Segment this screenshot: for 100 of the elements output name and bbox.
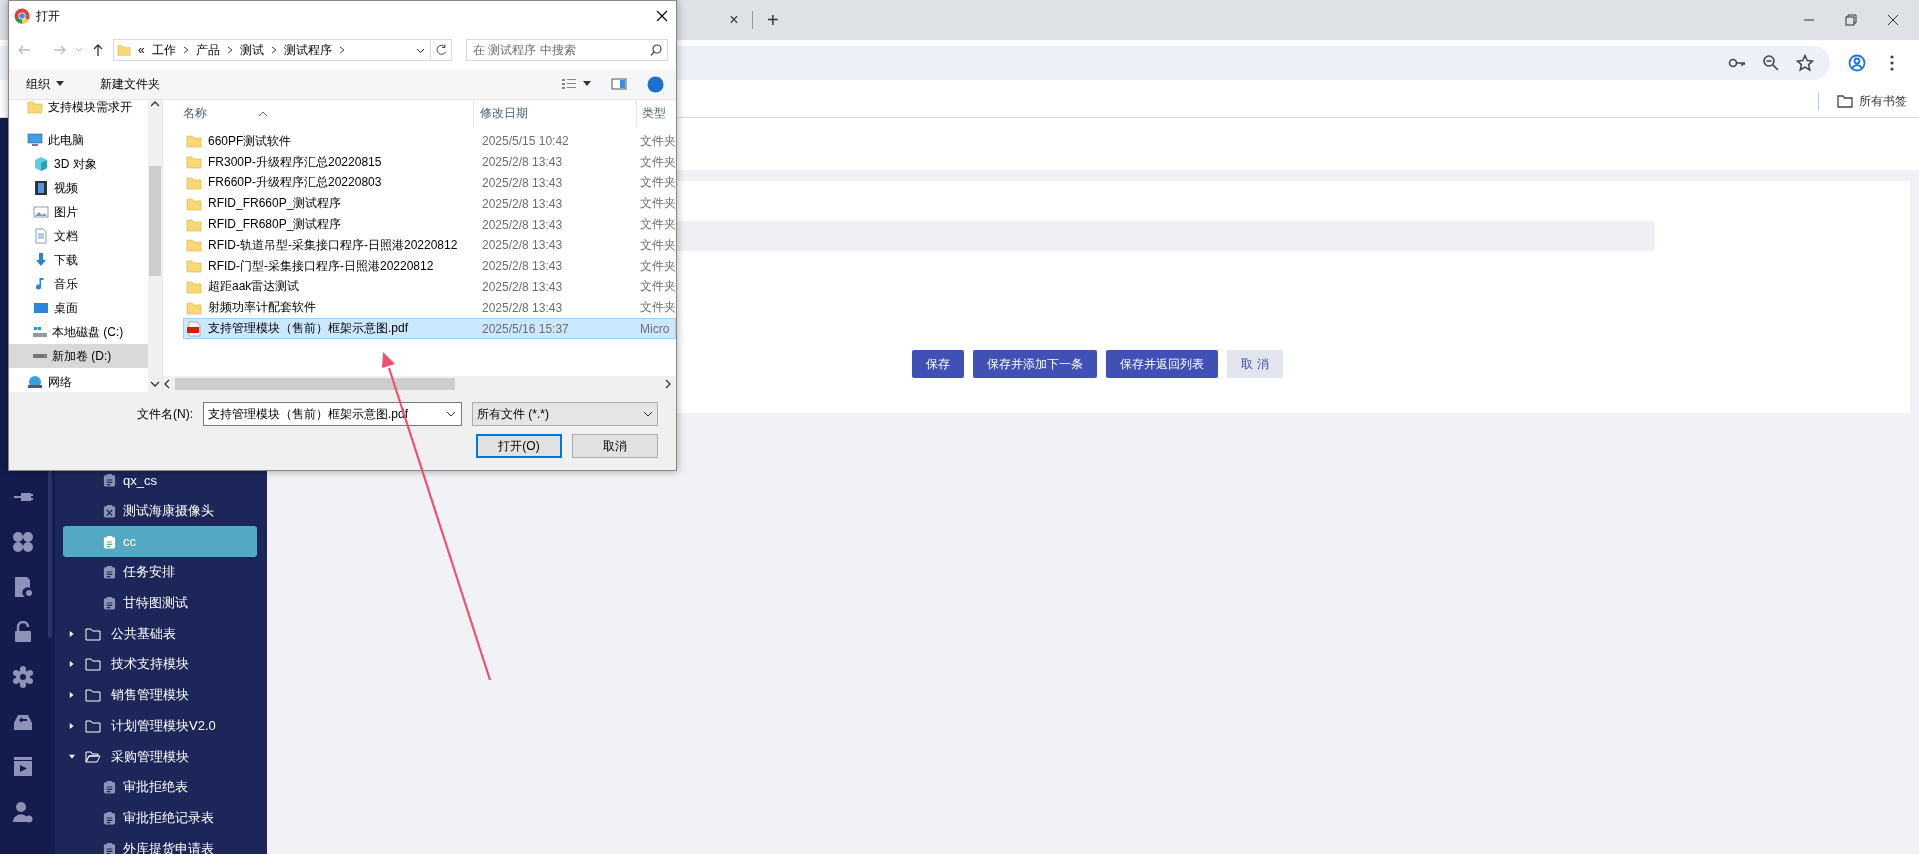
file-type: 文件夹 (639, 257, 676, 275)
breadcrumb[interactable]: 工作 (151, 41, 176, 59)
file-type: 文件夹 (639, 236, 676, 254)
restore-icon (1845, 14, 1857, 26)
clipboard-icon (103, 473, 116, 488)
tree-folder[interactable]: 技术支持模块 (55, 649, 267, 680)
column-header[interactable]: 类型 (636, 100, 666, 127)
tree-folder[interactable]: 采购管理模块 (55, 741, 267, 772)
breadcrumb[interactable]: 测试程序 (283, 41, 332, 59)
picture-icon (33, 204, 49, 220)
tree-item[interactable]: 审批拒绝表 (63, 771, 257, 803)
drive-icon (33, 327, 47, 337)
file-name-label: 文件名(N): (137, 405, 193, 423)
browser-logo-icon (14, 8, 30, 24)
search-field[interactable]: 在 测试程序 中搜索 (466, 39, 668, 61)
nav-item[interactable]: 支持模块需求开 (9, 100, 148, 119)
pdf-icon (186, 320, 202, 337)
film-icon (33, 180, 49, 196)
file-row[interactable]: 支持管理模块（售前）框架示意图.pdf 2025/5/16 15:37 Micro (183, 318, 676, 339)
file-row[interactable]: 超距aak雷达测试 2025/2/8 13:43 文件夹 (183, 276, 676, 298)
file-date: 2025/2/8 13:43 (481, 196, 564, 211)
file-date: 2025/2/8 13:43 (481, 217, 564, 232)
scrollbar-thumb[interactable] (149, 166, 161, 276)
nav-item[interactable]: 下载 (9, 248, 148, 272)
address-field[interactable]: « 工作 产品 测试 测试程序 (113, 39, 452, 61)
download-icon (33, 252, 49, 268)
new-tab-button[interactable]: + (767, 8, 779, 32)
file-row[interactable]: 射频功率计配套软件 2025/2/8 13:43 文件夹 (183, 297, 676, 319)
folder-icon (117, 43, 131, 57)
folder-icon (85, 688, 101, 703)
tab-close-button[interactable]: × (726, 11, 742, 29)
nav-item[interactable]: 音乐 (9, 272, 148, 296)
close-icon (656, 10, 668, 22)
file-row[interactable]: FR300P-升级程序汇总20220815 2025/2/8 13:43 文件夹 (183, 151, 676, 173)
breadcrumb[interactable]: 产品 (195, 41, 220, 59)
preview-pane-icon (611, 77, 627, 91)
file-date: 2025/5/16 15:37 (481, 321, 570, 336)
search-icon (650, 44, 662, 56)
nav-item[interactable]: 视频 (9, 176, 148, 200)
column-header[interactable]: 名称 (163, 100, 473, 127)
file-type: 文件夹 (639, 174, 676, 192)
file-type: 文件夹 (639, 195, 676, 213)
file-date: 2025/2/8 13:43 (481, 238, 564, 253)
file-date: 2025/2/8 13:43 (481, 155, 564, 170)
caret-icon (69, 752, 75, 761)
scroll-right-icon (664, 379, 672, 389)
form-button[interactable]: 取 消 (1227, 350, 1283, 378)
file-row[interactable]: RFID_FR660P_测试程序 2025/2/8 13:43 文件夹 (183, 193, 676, 215)
nav-item[interactable]: 3D 对象 (9, 152, 148, 176)
nav-item[interactable]: 桌面 (9, 296, 148, 320)
form-button[interactable]: 保存 (912, 350, 965, 378)
tree-item[interactable]: 任务安排 (63, 557, 257, 588)
nav-item[interactable]: 新加卷 (D:) (9, 344, 148, 368)
tree-folder[interactable]: 销售管理模块 (55, 679, 267, 711)
nav-item[interactable]: 文档 (9, 224, 148, 248)
tree-item[interactable]: 测试海康摄像头 (63, 495, 257, 527)
chevron-right-icon (226, 46, 233, 54)
folder-icon (186, 154, 202, 171)
folder-icon (186, 299, 202, 316)
bookmarks-link[interactable]: 所有书签 (1859, 92, 1907, 110)
form-button[interactable]: 保存并返回列表 (1106, 350, 1219, 378)
column-header[interactable]: 修改日期 (473, 100, 636, 127)
clipboard-icon (103, 780, 116, 795)
file-row[interactable]: 660PF测试软件 2025/5/15 10:42 文件夹 (183, 131, 676, 152)
tree-item[interactable]: 审批拒绝记录表 (63, 802, 257, 834)
nav-item[interactable]: 本地磁盘 (C:) (9, 320, 148, 344)
clover-icon (11, 531, 34, 553)
file-type-dropdown[interactable]: 所有文件 (*.*) (472, 402, 658, 426)
nav-item[interactable]: 此电脑 (9, 128, 148, 152)
file-type: 文件夹 (639, 216, 676, 234)
tree-item[interactable]: 甘特图测试 (63, 587, 257, 619)
file-row[interactable]: RFID_FR680P_测试程序 2025/2/8 13:43 文件夹 (183, 214, 676, 235)
organize-menu[interactable]: 组织 (26, 75, 64, 93)
scroll-up-icon (150, 100, 160, 108)
nav-item[interactable]: 网络 (9, 370, 148, 392)
file-row[interactable]: RFID-门型-采集接口程序-日照港20220812 2025/2/8 13:43 文件夹 (183, 255, 676, 277)
file-row[interactable]: RFID-轨道吊型-采集接口程序-日照港20220812 2025/2/8 13:43 文件夹 (183, 235, 676, 256)
nav-item[interactable]: 图片 (9, 200, 148, 224)
dialog-title: 打开 (36, 7, 60, 25)
folder-icon (186, 237, 202, 254)
breadcrumb[interactable]: « (138, 43, 145, 57)
tree-folder[interactable]: 计划管理模块V2.0 (55, 710, 267, 742)
clipboard-icon (103, 504, 116, 519)
file-row[interactable]: FR660P-升级程序汇总20220803 2025/2/8 13:43 文件夹 (183, 172, 676, 194)
file-name: FR300P-升级程序汇总20220815 (208, 153, 382, 171)
form-button[interactable]: 保存并添加下一条 (973, 350, 1098, 378)
profile-icon (1848, 53, 1866, 72)
dialog-button[interactable]: 取消 (572, 434, 658, 458)
new-folder-button[interactable]: 新建文件夹 (100, 75, 160, 93)
file-type: 文件夹 (639, 153, 676, 171)
file-type: 文件夹 (639, 132, 676, 150)
tree-item[interactable]: qx_cs (63, 465, 257, 496)
breadcrumb[interactable]: 测试 (239, 41, 264, 59)
scrollbar-thumb[interactable] (175, 378, 455, 390)
tree-item[interactable]: 外库提货申请表 (63, 833, 257, 854)
dialog-button[interactable]: 打开(O) (476, 434, 562, 458)
clipboard-icon (103, 596, 116, 611)
clipboard-icon (103, 565, 116, 580)
tree-folder[interactable]: 公共基础表 (55, 618, 267, 650)
clipboard-icon (103, 810, 116, 825)
